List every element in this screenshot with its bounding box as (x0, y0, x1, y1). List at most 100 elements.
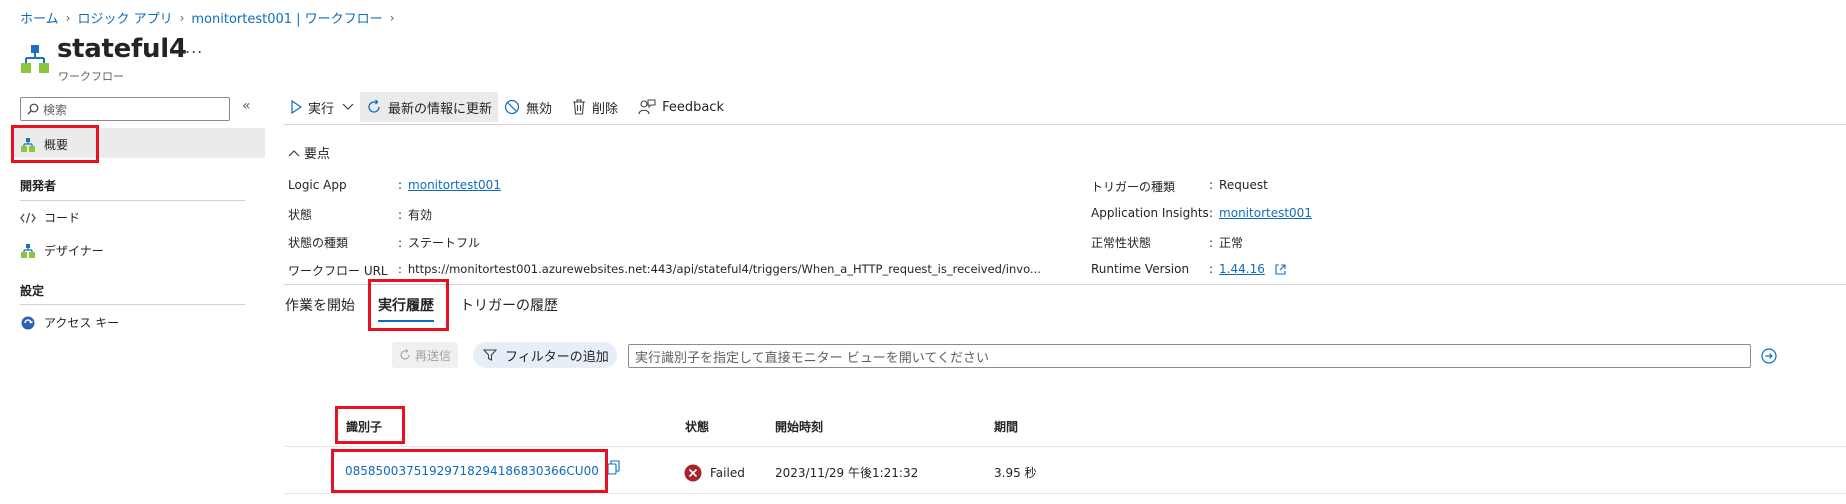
run-id-input[interactable]: 実行識別子を指定して直接モニター ビューを開いてください (628, 344, 1751, 368)
designer-icon (20, 243, 36, 259)
filter-icon (483, 349, 497, 361)
essentials-value-logic-app: : monitortest001 (398, 178, 501, 192)
status-text: Failed (710, 466, 745, 480)
arrow-circle-right-icon[interactable] (1761, 348, 1777, 364)
sidebar-item-code[interactable]: コード (20, 209, 80, 226)
page-title: stateful4 (57, 34, 187, 64)
breadcrumb-logic-apps[interactable]: ロジック アプリ (77, 8, 172, 27)
column-header-duration[interactable]: 期間 (994, 418, 1018, 435)
play-icon (291, 100, 302, 114)
essentials-value-runtime-version: :1.44.16 (1209, 262, 1286, 276)
refresh-label: 最新の情報に更新 (388, 101, 493, 117)
disable-icon (504, 99, 520, 115)
essentials-label-runtime-version: Runtime Version (1091, 262, 1190, 276)
tab-get-started[interactable]: 作業を開始 (285, 295, 355, 315)
sidebar-search-input[interactable]: 検索 (20, 97, 230, 121)
sidebar-divider (20, 200, 245, 201)
trigger-type-value: Request (1219, 178, 1268, 192)
chevron-up-icon (288, 149, 300, 156)
state-value: 有効 (408, 208, 433, 222)
trash-icon (573, 99, 586, 115)
sidebar-item-designer[interactable]: デザイナー (20, 242, 104, 259)
essentials-value-health: : 正常 (1209, 236, 1244, 250)
runtime-version-link[interactable]: 1.44.16 (1219, 262, 1265, 276)
tab-trigger-history[interactable]: トリガーの履歴 (460, 295, 558, 315)
external-link-icon[interactable] (1275, 263, 1286, 275)
add-filter-label: フィルターの追加 (505, 349, 609, 365)
essentials-value-state-type: : ステートフル (398, 236, 481, 250)
toolbar-divider (284, 124, 1846, 125)
essentials-toggle[interactable]: 要点 (288, 143, 330, 162)
state-type-value: ステートフル (408, 236, 481, 250)
table-header-divider (284, 446, 1846, 447)
duration-cell: 3.95 秒 (994, 466, 1037, 480)
workflow-url-value[interactable]: https://monitortest001.azurewebsites.net… (408, 262, 1041, 276)
highlight-box-overview (11, 125, 99, 163)
essentials-label-health: 正常性状態 (1091, 236, 1152, 250)
more-options-button[interactable]: ... (185, 38, 203, 57)
sidebar-item-access-keys[interactable]: アクセス キー (20, 314, 119, 331)
sidebar-item-label: デザイナー (44, 244, 104, 258)
essentials-label-trigger-type: トリガーの種類 (1091, 180, 1176, 194)
run-id-placeholder: 実行識別子を指定して直接モニター ビューを開いてください (635, 350, 989, 366)
health-value: 正常 (1219, 236, 1244, 250)
error-icon (684, 464, 702, 482)
refresh-icon (368, 99, 380, 113)
disable-label: 無効 (526, 101, 553, 117)
table-row-divider (284, 493, 1846, 494)
run-button[interactable]: 実行 (284, 92, 360, 122)
delete-button[interactable]: 削除 (566, 92, 624, 122)
sidebar-divider (20, 304, 245, 305)
feedback-icon (638, 99, 656, 115)
disable-button[interactable]: 無効 (498, 92, 558, 122)
resubmit-label: 再送信 (414, 348, 451, 363)
essentials-value-workflow-url: : https://monitortest001.azurewebsites.ne… (398, 262, 1041, 276)
workflow-icon (21, 45, 49, 73)
page-subtitle: ワークフロー (58, 70, 124, 83)
column-header-start-time[interactable]: 開始時刻 (775, 418, 823, 435)
refresh-icon (400, 349, 410, 360)
key-icon (20, 315, 36, 331)
feedback-button[interactable]: Feedback (632, 92, 730, 122)
sidebar-header-settings: 設定 (20, 284, 45, 298)
essentials-label-logic-app: Logic App (288, 178, 347, 192)
essentials-label-state: 状態 (288, 208, 313, 222)
highlight-box-id-header (335, 406, 405, 444)
resubmit-button[interactable]: 再送信 (392, 342, 458, 368)
essentials-value-app-insights: : monitortest001 (1209, 206, 1312, 220)
app-insights-link[interactable]: monitortest001 (1219, 206, 1312, 220)
collapse-sidebar-button[interactable]: « (242, 98, 251, 114)
breadcrumb: ホーム › ロジック アプリ › monitortest001 | ワークフロー… (20, 8, 402, 28)
essentials-label-workflow-url: ワークフロー URL (288, 264, 388, 278)
highlight-box-run-history (368, 279, 449, 331)
copy-icon[interactable] (607, 459, 620, 475)
feedback-label: Feedback (662, 99, 724, 115)
sidebar-header-developer: 開発者 (20, 179, 57, 193)
add-filter-button[interactable]: フィルターの追加 (473, 342, 617, 368)
sidebar-item-label: コード (44, 211, 81, 225)
highlight-box-run-id (331, 449, 608, 493)
breadcrumb-home[interactable]: ホーム (20, 8, 59, 27)
delete-label: 削除 (592, 101, 619, 117)
essentials-value-state: : 有効 (398, 208, 433, 222)
essentials-label-state-type: 状態の種類 (288, 236, 349, 250)
start-time-cell: 2023/11/29 午後1:21:32 (775, 466, 919, 480)
sidebar-search-placeholder: 検索 (43, 102, 68, 117)
code-icon (20, 210, 36, 226)
chevron-right-icon: › (179, 10, 185, 25)
status-cell: Failed (684, 464, 745, 482)
column-header-status[interactable]: 状態 (685, 418, 709, 435)
essentials-divider (284, 284, 1846, 285)
run-label: 実行 (308, 101, 335, 117)
refresh-button[interactable]: 最新の情報に更新 (360, 92, 499, 122)
search-icon (27, 103, 39, 115)
command-bar: 実行 最新の情報に更新 無効 削除 Feedback (284, 92, 730, 122)
essentials-label-app-insights: Application Insights (1091, 206, 1209, 220)
chevron-down-icon (342, 103, 354, 110)
essentials-value-trigger-type: : Request (1209, 178, 1268, 192)
chevron-right-icon: › (389, 10, 395, 25)
essentials-label: 要点 (304, 147, 331, 162)
logic-app-link[interactable]: monitortest001 (408, 178, 501, 192)
sidebar-item-label: アクセス キー (44, 316, 120, 330)
breadcrumb-workflows[interactable]: monitortest001 | ワークフロー (191, 8, 382, 27)
